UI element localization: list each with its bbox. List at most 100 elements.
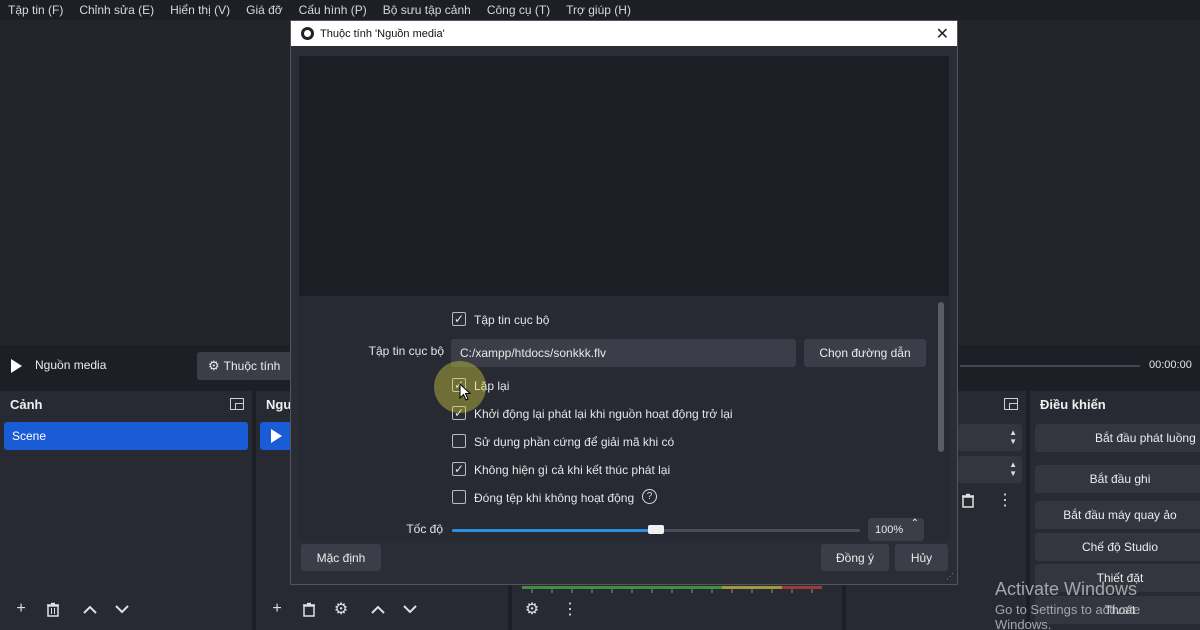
- dialog-titlebar[interactable]: Thuộc tính 'Nguồn media' ✕: [291, 21, 957, 46]
- remove-source-button[interactable]: [297, 597, 321, 621]
- menu-file[interactable]: Tập tin (F): [8, 3, 63, 17]
- scenes-dock-title: Cảnh: [10, 397, 43, 412]
- select-arrows-icon: ▲ ▼: [1009, 428, 1017, 446]
- move-scene-up-button[interactable]: [78, 597, 102, 621]
- browse-button[interactable]: Chọn đường dẫn: [804, 339, 926, 367]
- studio-mode-button[interactable]: Chế độ Studio: [1035, 533, 1200, 561]
- start-streaming-button[interactable]: Bắt đầu phát luồng: [1035, 424, 1200, 452]
- selected-source-name: Nguồn media: [35, 358, 107, 372]
- menu-view[interactable]: Hiển thị (V): [170, 3, 230, 17]
- speed-slider-handle[interactable]: [648, 525, 664, 534]
- media-source-properties-dialog: Thuộc tính 'Nguồn media' ✕ Tập tin cục b…: [290, 20, 958, 585]
- transition-duration-spinbox[interactable]: ▲ ▼: [958, 456, 1022, 483]
- resize-grip-icon[interactable]: ⋰: [946, 573, 954, 581]
- transition-menu-button[interactable]: ⋮: [993, 488, 1017, 512]
- add-source-button[interactable]: +: [265, 597, 289, 621]
- hardware-decoding-checkbox[interactable]: [452, 434, 466, 448]
- menu-edit[interactable]: Chỉnh sửa (E): [79, 3, 154, 17]
- mixer-menu-button[interactable]: ⋮: [558, 597, 582, 621]
- speed-spinbox[interactable]: 100% ⌃: [868, 518, 924, 541]
- move-scene-down-button[interactable]: [110, 597, 134, 621]
- mouse-cursor-icon: [459, 383, 471, 401]
- properties-scrollbar[interactable]: [938, 302, 944, 452]
- mixer-settings-button[interactable]: ⚙: [520, 597, 544, 621]
- menu-bar: Tập tin (F) Chỉnh sửa (E) Hiển thị (V) G…: [0, 0, 1200, 20]
- chevron-down-icon: [403, 604, 417, 613]
- start-recording-button[interactable]: Bắt đầu ghi: [1035, 465, 1200, 493]
- scenes-dock: Cảnh Scene +: [0, 391, 252, 630]
- kebab-menu-icon: ⋮: [562, 601, 578, 618]
- remove-transition-button[interactable]: [956, 488, 980, 512]
- play-icon[interactable]: [11, 359, 22, 373]
- start-virtual-camera-label: Bắt đầu máy quay ảo: [1063, 508, 1177, 522]
- speed-value: 100%: [875, 524, 904, 536]
- gear-icon: ⚙: [524, 601, 540, 618]
- chevron-up-icon: [371, 605, 385, 614]
- controls-dock-title: Điều khiển: [1040, 397, 1106, 412]
- menu-docks[interactable]: Giá đỡ: [246, 3, 283, 17]
- sources-dock-title: Ngu: [266, 397, 292, 412]
- local-file-checkbox[interactable]: [452, 312, 466, 326]
- spin-arrows-icon: ▲ ▼: [1009, 460, 1017, 478]
- gear-icon: ⚙: [333, 601, 349, 618]
- media-seek-bar[interactable]: [960, 365, 1140, 367]
- scene-item-label: Scene: [12, 429, 47, 443]
- undock-icon[interactable]: [230, 398, 244, 410]
- trash-icon: [303, 602, 315, 617]
- chevron-up-icon: [83, 605, 97, 614]
- trash-icon: [962, 493, 974, 508]
- close-file-when-inactive-checkbox[interactable]: [452, 490, 466, 504]
- chevron-up-icon[interactable]: ⌃: [911, 518, 919, 529]
- undock-icon[interactable]: [1004, 398, 1018, 410]
- source-list-item[interactable]: [260, 422, 294, 450]
- add-scene-button[interactable]: +: [9, 597, 33, 621]
- menu-scene-collection[interactable]: Bộ sưu tập cảnh: [383, 3, 471, 17]
- transition-select[interactable]: ▲ ▼: [958, 424, 1022, 451]
- watermark-subtitle: Go to Settings to activate Windows.: [995, 602, 1141, 630]
- scenes-dock-header: Cảnh: [0, 391, 252, 418]
- hardware-decoding-label: Sử dụng phần cứng để giải mã khi có: [474, 435, 675, 449]
- kebab-menu-icon: ⋮: [997, 492, 1013, 509]
- properties-button-label: Thuộc tính: [223, 359, 281, 373]
- cancel-button-label: Hủy: [910, 550, 933, 565]
- plus-icon: +: [16, 600, 26, 617]
- media-time-label: 00:00:00: [1149, 359, 1192, 371]
- close-icon[interactable]: ✕: [936, 24, 949, 44]
- start-recording-label: Bắt đầu ghi: [1089, 472, 1151, 486]
- play-icon: [271, 429, 282, 443]
- defaults-button[interactable]: Mặc định: [301, 544, 381, 571]
- source-properties-button[interactable]: ⚙: [329, 597, 353, 621]
- plus-icon: +: [272, 600, 282, 617]
- controls-dock-header: Điều khiển: [1030, 391, 1200, 418]
- audio-level-meter: [522, 586, 822, 593]
- speed-label: Tốc độ: [406, 522, 443, 536]
- start-virtual-camera-button[interactable]: Bắt đầu máy quay ảo: [1035, 501, 1200, 529]
- menu-profile[interactable]: Cấu hình (P): [299, 3, 367, 17]
- chevron-down-icon: [115, 604, 129, 613]
- browse-button-label: Chọn đường dẫn: [819, 346, 911, 360]
- start-streaming-label: Bắt đầu phát luồng: [1095, 431, 1196, 445]
- show-nothing-on-end-checkbox[interactable]: [452, 462, 466, 476]
- ok-button-label: Đồng ý: [835, 550, 875, 565]
- help-icon[interactable]: ?: [642, 489, 657, 504]
- move-source-up-button[interactable]: [366, 597, 390, 621]
- cancel-button[interactable]: Hủy: [895, 544, 948, 571]
- local-file-path-input[interactable]: [451, 339, 796, 367]
- local-file-checkbox-label: Tập tin cục bộ: [474, 313, 550, 327]
- menu-help[interactable]: Trợ giúp (H): [566, 3, 631, 17]
- move-source-down-button[interactable]: [398, 597, 422, 621]
- watermark-title: Activate Windows: [995, 579, 1138, 599]
- remove-scene-button[interactable]: [41, 597, 65, 621]
- menu-tools[interactable]: Công cụ (T): [487, 3, 550, 17]
- dialog-title: Thuộc tính 'Nguồn media': [320, 27, 445, 40]
- dialog-source-preview: [299, 56, 949, 296]
- speed-slider-fill: [452, 529, 656, 532]
- studio-mode-label: Chế độ Studio: [1081, 540, 1159, 554]
- scene-list-item[interactable]: Scene: [4, 422, 248, 450]
- local-file-field-label: Tập tin cục bộ: [368, 344, 444, 358]
- ok-button[interactable]: Đồng ý: [821, 544, 889, 571]
- show-nothing-on-end-label: Không hiện gì cả khi kết thúc phát lại: [474, 463, 671, 477]
- properties-button[interactable]: ⚙ Thuộc tính: [197, 352, 292, 380]
- close-file-when-inactive-label: Đóng tệp khi không hoạt động: [474, 491, 635, 505]
- activate-windows-watermark: Activate Windows Go to Settings to activ…: [995, 579, 1200, 630]
